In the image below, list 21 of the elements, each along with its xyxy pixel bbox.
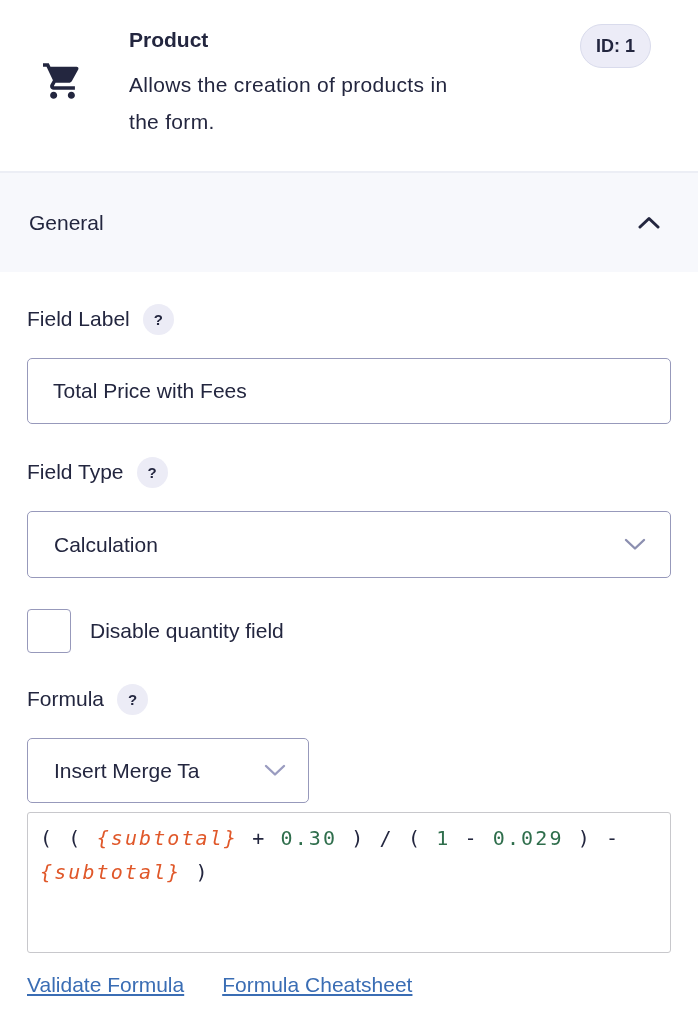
field-label: Field Label [27, 307, 130, 331]
product-description: Allows the creation of products in the form. [129, 72, 449, 135]
product-title: Product [129, 27, 210, 53]
help-button[interactable]: ? [136, 456, 168, 488]
chevron-down-icon [624, 538, 646, 551]
text-link[interactable]: Formula Cheatsheet [222, 973, 413, 997]
select-dropdown[interactable]: Calculation [27, 511, 671, 578]
merge-tags-dropdown[interactable]: Insert Merge Ta [27, 738, 309, 803]
text-link[interactable]: Validate Formula [27, 973, 185, 997]
checkbox[interactable] [27, 609, 71, 653]
chevron-down-icon [264, 764, 286, 777]
checkbox-label: Disable quantity field [90, 619, 284, 643]
formula-input[interactable]: ( ( {subtotal} + 0.30 ) / ( 1 - 0.029 ) - {subtotal} ) [27, 812, 671, 953]
text-input[interactable]: Total Price with Fees [27, 358, 671, 424]
section-header[interactable]: General [0, 173, 698, 272]
id-badge: ID: 1 [580, 24, 651, 68]
field-label: Formula [27, 687, 105, 711]
section-title: General [29, 210, 104, 235]
help-button[interactable]: ? [117, 683, 149, 715]
field-label: Field Type [27, 460, 124, 484]
help-button[interactable]: ? [142, 303, 174, 335]
